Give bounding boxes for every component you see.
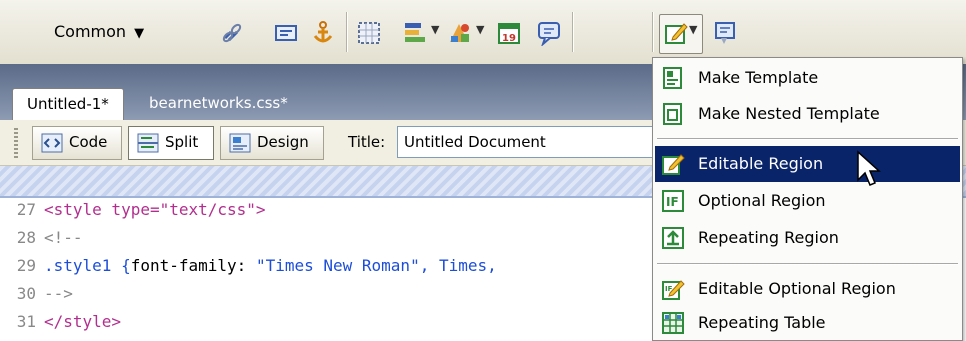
tab-untitled-1[interactable]: Untitled-1* [12, 88, 124, 120]
split-view-icon [137, 133, 159, 153]
date-icon[interactable]: 19 [496, 20, 522, 46]
make-template-icon [663, 67, 682, 89]
toolbar-separator [652, 12, 654, 52]
line-number: 31 [16, 312, 36, 331]
line-number: 29 [16, 256, 36, 275]
menu-item-make-template[interactable]: Make Template [655, 60, 960, 96]
split-view-label: Split [165, 133, 199, 151]
code-view-label: Code [69, 133, 108, 151]
title-label: Title: [348, 133, 386, 151]
line-number: 30 [16, 284, 36, 303]
line-number: 28 [16, 228, 36, 247]
code-view-icon [41, 133, 63, 153]
design-view-icon [229, 133, 251, 153]
code-text: <!-- [44, 228, 83, 247]
email-link-icon[interactable] [273, 20, 299, 46]
category-label: Common [54, 22, 127, 41]
line-number: 27 [16, 200, 36, 219]
editable-optional-region-icon: IF [662, 280, 685, 300]
chevron-down-icon: ▼ [134, 26, 145, 41]
menu-item-editable-optional-region[interactable]: IF Editable Optional Region [655, 271, 960, 307]
comment-icon[interactable] [536, 20, 562, 46]
images-icon[interactable] [447, 20, 473, 46]
make-nested-template-icon [663, 103, 682, 125]
menu-item-editable-region[interactable]: Editable Region [655, 146, 960, 182]
code-view-button[interactable]: Code [32, 126, 122, 160]
code-text: --> [44, 284, 73, 303]
optional-region-icon: IF [662, 190, 684, 212]
mouse-pointer-icon [857, 150, 881, 186]
document-title-input[interactable] [397, 126, 659, 158]
code-text: <style type="text/css"> [44, 200, 266, 219]
tab-bearnetworks-css[interactable]: bearnetworks.css* [135, 88, 302, 120]
menu-item-repeating-region[interactable]: Repeating Region [655, 220, 960, 256]
menu-item-label: Optional Region [698, 191, 826, 210]
design-view-button[interactable]: Design [220, 126, 324, 160]
templates-menu: Make Template Make Nested Template Edita… [652, 57, 963, 341]
toolbar-separator [346, 12, 348, 52]
editable-region-icon [662, 154, 685, 175]
category-dropdown[interactable]: Common ▼ [54, 22, 144, 41]
menu-item-label: Repeating Table [698, 313, 826, 332]
menu-item-label: Editable Region [698, 154, 824, 173]
svg-text:IF: IF [666, 195, 679, 209]
named-anchor-icon[interactable] [310, 20, 336, 46]
templates-icon[interactable] [663, 20, 689, 46]
code-line: 31 </style> [0, 312, 121, 340]
toolbar-separator [572, 12, 574, 52]
menu-item-repeating-table[interactable]: Repeating Table [655, 305, 960, 341]
css-value: "Times New Roman", Times, [255, 256, 497, 275]
code-line: 30 --> [0, 284, 73, 312]
menu-divider [657, 138, 958, 140]
css-property: font-family: [130, 256, 256, 275]
hyperlink-icon[interactable] [219, 20, 245, 46]
layer-icon[interactable] [402, 20, 428, 46]
css-selector: .style1 { [44, 256, 131, 275]
menu-item-label: Make Nested Template [698, 104, 880, 123]
menu-item-optional-region[interactable]: IF Optional Region [655, 183, 960, 219]
chevron-down-icon[interactable]: ▼ [689, 23, 697, 36]
toolbar-grip[interactable] [14, 128, 18, 158]
repeating-table-icon [662, 312, 684, 334]
menu-item-label: Editable Optional Region [698, 279, 896, 298]
repeating-region-icon [662, 227, 684, 249]
design-view-label: Design [257, 133, 309, 151]
menu-item-label: Repeating Region [698, 228, 839, 247]
menu-item-label: Make Template [698, 68, 819, 87]
menu-divider [657, 263, 958, 265]
code-text: </style> [44, 312, 122, 331]
chevron-down-icon[interactable]: ▼ [431, 23, 439, 36]
insert-toolbar: Common ▼ ▼ ▼ 19 ▼ [0, 0, 966, 64]
code-line: 28 <!-- [0, 228, 83, 256]
menu-item-make-nested-template[interactable]: Make Nested Template [655, 96, 960, 132]
code-line: 29 .style1 {font-family: "Times New Roman… [0, 256, 497, 284]
svg-text:19: 19 [502, 33, 516, 44]
table-icon[interactable] [356, 20, 382, 46]
code-line: 27 <style type="text/css"> [0, 200, 266, 228]
chevron-down-icon[interactable]: ▼ [476, 23, 484, 36]
tag-chooser-icon[interactable] [712, 20, 738, 46]
split-view-button[interactable]: Split [128, 126, 214, 160]
